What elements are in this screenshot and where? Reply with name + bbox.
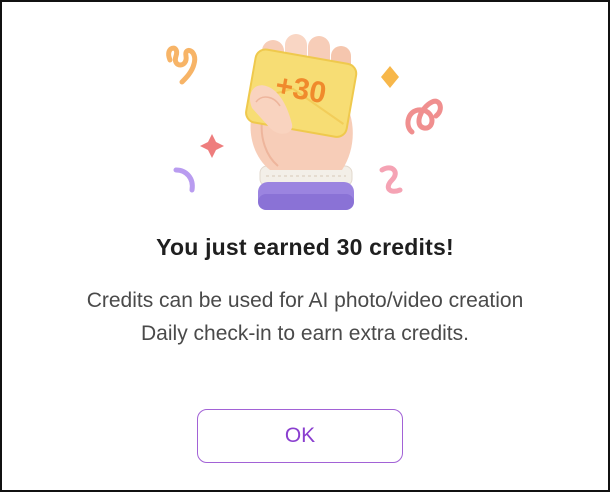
ok-button[interactable]: OK: [197, 409, 403, 463]
dialog-body-line: Daily check-in to earn extra credits.: [141, 322, 469, 345]
dialog-body-line: Credits can be used for AI photo/video c…: [86, 289, 524, 312]
dialog-title: You just earned 30 credits!: [156, 234, 454, 260]
credits-earned-dialog: +30 You just earned 30 credits! Credits …: [0, 0, 610, 492]
hand-holding-card-icon: +30: [166, 34, 443, 210]
